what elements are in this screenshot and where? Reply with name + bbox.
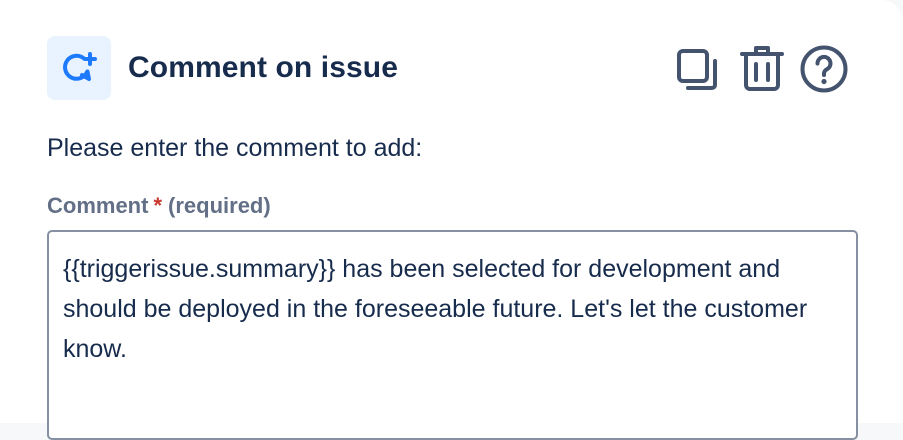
form-instructions: Please enter the comment to add: <box>47 134 423 162</box>
comment-label-text: Comment <box>47 193 149 218</box>
copy-icon <box>677 49 717 90</box>
page-title: Comment on issue <box>128 51 398 84</box>
action-header: Comment on issue <box>47 36 855 100</box>
question-circle-icon <box>800 45 848 93</box>
help-button[interactable] <box>799 44 849 94</box>
comment-add-icon <box>47 36 111 100</box>
copy-button[interactable] <box>672 44 722 94</box>
delete-button[interactable] <box>737 44 787 94</box>
comment-field-label: Comment * (required) <box>47 193 271 219</box>
action-config-panel: Comment on issue Please enter the commen… <box>0 0 903 440</box>
trash-icon <box>740 46 784 91</box>
required-hint: (required) <box>168 193 271 218</box>
required-asterisk: * <box>153 193 163 218</box>
comment-textarea[interactable]: {{triggerissue.summary}} has been select… <box>47 230 858 440</box>
